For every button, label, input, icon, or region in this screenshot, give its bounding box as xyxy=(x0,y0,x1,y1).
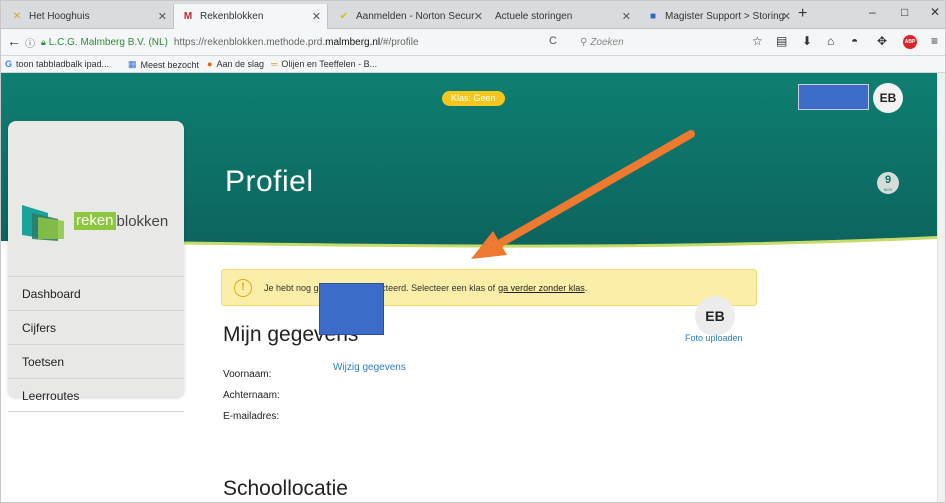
screen: ✕ Het Hooghuis ✕ M Rekenblokken ✕ ✔ Aanm… xyxy=(0,0,946,503)
sidebar: reken blokken Dashboard Cijfers Toetsen L… xyxy=(8,121,184,412)
url-text: https://rekenblokken.methode.prd.malmber… xyxy=(173,36,419,48)
folder-icon: ▦ xyxy=(128,59,137,69)
sidebar-item-toetsen[interactable]: Toetsen xyxy=(8,344,184,378)
google-icon: G xyxy=(5,59,13,69)
tab-rekenblokken[interactable]: M Rekenblokken ✕ xyxy=(173,4,328,29)
close-window-button[interactable]: ✕ xyxy=(930,5,940,19)
tab-label: Magister Support > Storing xyxy=(665,11,785,22)
search-icon: ⚲ xyxy=(580,36,588,48)
edit-profile-link[interactable]: Wijzig gegevens xyxy=(333,362,406,373)
reload-icon[interactable]: C xyxy=(549,35,557,47)
alert-suffix: . xyxy=(584,282,588,293)
no-class-alert: ! Je hebt nog geen klas geselecteerd. Se… xyxy=(221,269,757,306)
page-title: Profiel xyxy=(225,165,314,198)
search-placeholder: Zoeken xyxy=(590,36,624,48)
malmberg-favicon: M xyxy=(183,11,193,22)
profile-avatar: EB xyxy=(695,296,735,336)
date-badge: 9 NOV xyxy=(877,172,899,194)
address-bar[interactable]: ⓘ 🔒︎ L.C.G. Malmberg B.V. (NL) https://r… xyxy=(21,32,569,52)
tab-magister[interactable]: ■ Magister Support > Storing ✕ xyxy=(637,4,797,29)
redacted-personal-data xyxy=(319,283,384,335)
pocket-icon[interactable]: ◓ xyxy=(851,34,858,48)
tab-het-hooghuis[interactable]: ✕ Het Hooghuis ✕ xyxy=(1,4,173,29)
new-tab-button[interactable]: + xyxy=(798,5,807,23)
warning-icon: ! xyxy=(234,278,252,297)
extension-icon[interactable]: ✥ xyxy=(877,34,887,48)
tab-label: Actuele storingen xyxy=(495,11,573,22)
field-label-voornaam: Voornaam: xyxy=(223,369,272,380)
section-title-schoollocatie: Schoollocatie xyxy=(223,477,348,500)
close-tab-icon[interactable]: ✕ xyxy=(782,10,791,23)
user-avatar[interactable]: EB xyxy=(873,83,903,113)
field-label-email: E-mailadres: xyxy=(223,411,280,422)
close-tab-icon[interactable]: ✕ xyxy=(622,10,631,23)
logo-wordmark: reken blokken xyxy=(74,212,169,230)
tab-label: Rekenblokken xyxy=(200,11,264,22)
sidebar-nav: Dashboard Cijfers Toetsen Leerroutes xyxy=(8,276,184,412)
rekenblokken-logo[interactable]: reken blokken xyxy=(18,199,178,241)
sidebar-item-leerroutes[interactable]: Leerroutes xyxy=(8,378,184,412)
magister-favicon: ■ xyxy=(649,11,657,22)
tab-norton[interactable]: ✔ Aanmelden - Norton Secur ✕ xyxy=(328,4,489,29)
close-tab-icon[interactable]: ✕ xyxy=(158,10,167,23)
upload-photo-link[interactable]: Foto uploaden xyxy=(685,333,743,343)
home-icon[interactable]: ⌂ xyxy=(827,34,834,48)
link-icon: ═ xyxy=(271,59,278,69)
close-tab-icon[interactable]: ✕ xyxy=(312,10,321,23)
maximize-button[interactable]: □ xyxy=(901,5,908,19)
continue-without-class-link[interactable]: ga verder zonder klas xyxy=(498,283,585,293)
bookmark-item[interactable]: ═ Olijen en Teeffelen - B... xyxy=(271,59,377,69)
menu-icon[interactable]: ≡ xyxy=(931,34,938,48)
adblock-icon[interactable]: ABP xyxy=(903,35,917,49)
bookmark-item[interactable]: ▦ Meest bezocht xyxy=(128,59,199,70)
certificate-org: L.C.G. Malmberg B.V. (NL) xyxy=(48,36,168,48)
bookmark-item[interactable]: G toon tabbladbalk ipad... xyxy=(5,59,109,69)
search-input[interactable]: ⚲ Zoeken xyxy=(576,32,740,52)
field-label-achternaam: Achternaam: xyxy=(223,390,280,401)
logo-mark-icon xyxy=(22,205,64,241)
lock-icon: 🔒︎ xyxy=(41,36,46,47)
browser-navbar: ← ⓘ 🔒︎ L.C.G. Malmberg B.V. (NL) https:/… xyxy=(1,29,945,56)
sidebar-item-cijfers[interactable]: Cijfers xyxy=(8,310,184,344)
hooghuis-favicon: ✕ xyxy=(12,11,22,22)
tab-actuele-storingen[interactable]: Actuele storingen ✕ xyxy=(489,4,637,29)
close-tab-icon[interactable]: ✕ xyxy=(474,10,483,23)
download-icon[interactable]: ⬇ xyxy=(802,34,812,48)
minimize-button[interactable]: – xyxy=(869,5,876,19)
page-scrollbar[interactable] xyxy=(937,73,945,502)
user-name-redacted xyxy=(798,84,869,110)
bookmarks-bar: G toon tabbladbalk ipad... ▦ Meest bezoc… xyxy=(1,56,945,73)
star-icon[interactable]: ☆ xyxy=(752,34,763,48)
reading-list-icon[interactable]: ▤ xyxy=(776,34,787,48)
browser-tabbar: ✕ Het Hooghuis ✕ M Rekenblokken ✕ ✔ Aanm… xyxy=(1,1,945,29)
sidebar-item-dashboard[interactable]: Dashboard xyxy=(8,276,184,310)
bookmark-item[interactable]: ● Aan de slag xyxy=(207,59,264,69)
back-arrow-icon[interactable]: ← xyxy=(7,33,21,49)
info-icon[interactable]: ⓘ xyxy=(25,35,35,50)
tab-label: Aanmelden - Norton Secur xyxy=(356,11,475,22)
klas-selector-pill[interactable]: Klas: Geen xyxy=(442,91,505,106)
page-content: Klas: Geen EB Profiel 9 NOV reken blokken… xyxy=(1,73,945,502)
firefox-icon: ● xyxy=(207,59,213,69)
tab-label: Het Hooghuis xyxy=(29,11,90,22)
norton-favicon: ✔ xyxy=(339,11,349,22)
